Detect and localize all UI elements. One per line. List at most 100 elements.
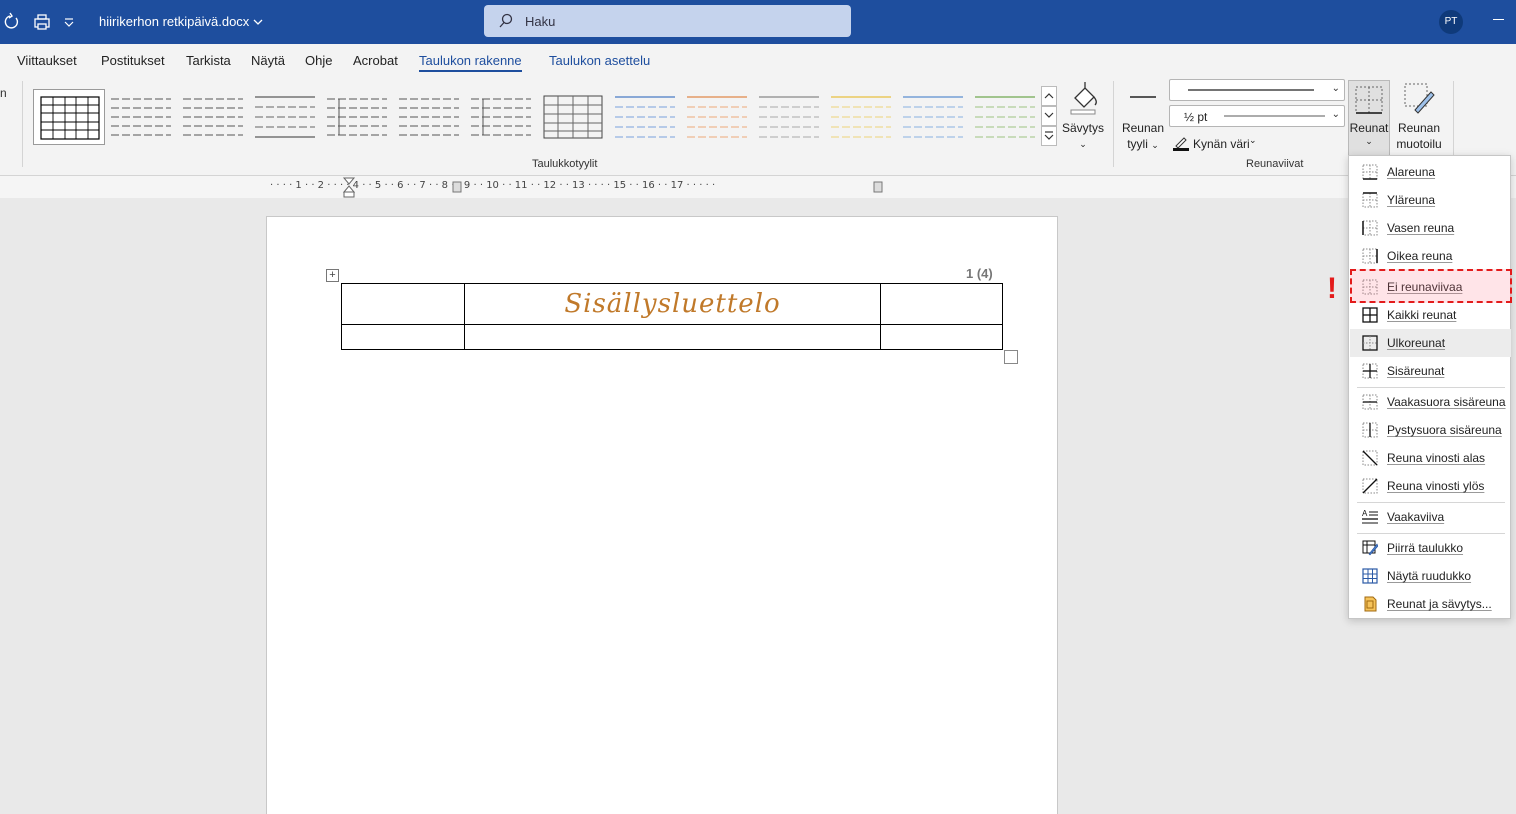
minimize-button[interactable] bbox=[1493, 19, 1504, 20]
avatar[interactable]: PT bbox=[1439, 10, 1463, 34]
table-style-grid[interactable] bbox=[33, 89, 105, 145]
menu-item-inside-horizontal[interactable]: Vaakasuora sisäreuna bbox=[1350, 388, 1511, 416]
tab-acrobat[interactable]: Acrobat bbox=[353, 53, 398, 68]
menu-item-label: Sisäreunat bbox=[1387, 364, 1445, 378]
paint-bucket-icon bbox=[1070, 82, 1097, 115]
page-number: 1 (4) bbox=[966, 266, 993, 281]
table-heading[interactable]: Sisällysluettelo bbox=[464, 283, 881, 325]
indent-marker-icon[interactable] bbox=[342, 176, 356, 198]
menu-item-right-border[interactable]: Oikea reuna bbox=[1350, 242, 1511, 270]
autosave-icon[interactable] bbox=[2, 12, 22, 32]
table-cell[interactable] bbox=[341, 324, 465, 350]
horizontal-ruler[interactable]: · · · · 1 · · 2 · · · · 4 · · 5 · · 6 · … bbox=[0, 176, 1516, 198]
ribbon-tabs: Viittaukset Postitukset Tarkista Näytä O… bbox=[0, 44, 1516, 76]
table-style-gold[interactable] bbox=[825, 89, 897, 145]
table-style-blue[interactable] bbox=[609, 89, 681, 145]
menu-item-label: Vaakasuora sisäreuna bbox=[1387, 395, 1506, 409]
menu-item-draw-table[interactable]: Piirrä taulukko bbox=[1350, 534, 1511, 562]
tab-viittaukset[interactable]: Viittaukset bbox=[17, 53, 77, 68]
search-box[interactable]: Haku bbox=[484, 5, 851, 37]
menu-item-label: Oikea reuna bbox=[1387, 249, 1453, 263]
table-style-3[interactable] bbox=[177, 89, 249, 145]
table-style-5[interactable] bbox=[321, 89, 393, 145]
all-borders-icon bbox=[1362, 307, 1378, 323]
highlight-box bbox=[1350, 269, 1512, 303]
gallery-scroll-icon[interactable] bbox=[1041, 86, 1057, 146]
svg-text:A: A bbox=[1362, 509, 1368, 518]
tab-taulukon-asettelu[interactable]: Taulukon asettelu bbox=[549, 53, 650, 68]
table-move-handle-icon[interactable]: + bbox=[326, 269, 339, 282]
table-cell[interactable] bbox=[880, 283, 1003, 325]
document-page[interactable]: 1 (4) + Sisällysluettelo bbox=[266, 216, 1058, 814]
borders-and-shading-icon bbox=[1364, 596, 1377, 612]
borders-icon bbox=[1355, 86, 1383, 114]
customize-toolbar-icon[interactable] bbox=[62, 12, 82, 32]
menu-item-top-border[interactable]: Yläreuna bbox=[1350, 186, 1511, 214]
ribbon-cutoff-text: n bbox=[0, 86, 7, 100]
table-style-gray[interactable] bbox=[753, 89, 825, 145]
line-style-icon bbox=[1130, 96, 1156, 98]
table-style-2[interactable] bbox=[105, 89, 177, 145]
menu-item-borders-and-shading[interactable]: Reunat ja sävytys... bbox=[1350, 590, 1511, 618]
menu-item-view-gridlines[interactable]: Näytä ruudukko bbox=[1350, 562, 1511, 590]
menu-item-outside-borders[interactable]: Ulkoreunat bbox=[1350, 329, 1511, 357]
table-style-4[interactable] bbox=[249, 89, 321, 145]
menu-item-all-borders[interactable]: Kaikki reunat bbox=[1350, 301, 1511, 329]
menu-item-bottom-border[interactable]: Alareuna bbox=[1350, 158, 1511, 186]
menu-item-horizontal-line[interactable]: A Vaakaviiva bbox=[1350, 503, 1511, 531]
tab-tarkista[interactable]: Tarkista bbox=[186, 53, 231, 68]
table-style-6[interactable] bbox=[393, 89, 465, 145]
menu-item-label: Kaikki reunat bbox=[1387, 308, 1457, 322]
right-border-icon bbox=[1362, 248, 1378, 264]
tab-nayta[interactable]: Näytä bbox=[251, 53, 285, 68]
table-style-green[interactable] bbox=[969, 89, 1041, 145]
shading-label: Sävytys bbox=[1061, 121, 1104, 135]
menu-item-label: Reuna vinosti alas bbox=[1387, 451, 1486, 465]
table-row bbox=[341, 324, 1003, 350]
table-resize-handle[interactable] bbox=[1004, 350, 1018, 364]
diagonal-up-border-icon bbox=[1362, 478, 1378, 494]
table-style-lightblue[interactable] bbox=[897, 89, 969, 145]
borders-label: Reunat bbox=[1349, 121, 1389, 135]
tab-ohje[interactable]: Ohje bbox=[305, 53, 332, 68]
print-preview-icon[interactable] bbox=[32, 12, 52, 32]
pen-color-icon bbox=[1173, 137, 1189, 151]
line-weight-combo[interactable]: ½ pt ⌄ bbox=[1169, 105, 1345, 127]
left-border-icon bbox=[1362, 220, 1378, 236]
menu-item-label: Pystysuora sisäreuna bbox=[1387, 423, 1502, 437]
table-style-7[interactable] bbox=[465, 89, 537, 145]
menu-item-diagonal-down[interactable]: Reuna vinosti alas bbox=[1350, 444, 1511, 472]
menu-item-inside-vertical[interactable]: Pystysuora sisäreuna bbox=[1350, 416, 1511, 444]
border-painter-button[interactable]: Reunan muotoilu bbox=[1394, 80, 1444, 152]
column-marker-icon[interactable] bbox=[873, 181, 883, 193]
table-cell[interactable] bbox=[464, 324, 881, 350]
menu-item-left-border[interactable]: Vasen reuna bbox=[1350, 214, 1511, 242]
border-style-label-2: tyyli ⌄ bbox=[1127, 137, 1159, 151]
menu-item-label: Yläreuna bbox=[1387, 193, 1436, 207]
border-painter-label-2: muotoilu bbox=[1396, 137, 1442, 151]
tab-taulukon-rakenne[interactable]: Taulukon rakenne bbox=[419, 53, 522, 72]
line-weight-value: ½ pt bbox=[1184, 110, 1208, 124]
table-style-orange[interactable] bbox=[681, 89, 753, 145]
ruler-marks: · · · · 1 · · 2 · · · · 4 · · 5 · · 6 · … bbox=[270, 180, 716, 191]
inside-borders-icon bbox=[1362, 363, 1378, 379]
table-style-8[interactable] bbox=[537, 89, 609, 145]
table-cell[interactable] bbox=[880, 324, 1003, 350]
line-style-combo[interactable]: ⌄ bbox=[1169, 79, 1345, 101]
document-title[interactable]: hiirikerhon retkipäivä.docx bbox=[99, 14, 263, 29]
borders-button[interactable]: Reunat ⌄ bbox=[1348, 80, 1390, 156]
thin-line-icon bbox=[1224, 115, 1325, 117]
menu-item-diagonal-up[interactable]: Reuna vinosti ylös bbox=[1350, 472, 1511, 500]
inside-horizontal-border-icon bbox=[1362, 394, 1378, 410]
border-style-label: Reunan bbox=[1121, 121, 1165, 135]
menu-item-inside-borders[interactable]: Sisäreunat bbox=[1350, 357, 1511, 385]
pen-color-button[interactable]: Kynän väri ⌄ bbox=[1173, 135, 1263, 153]
inside-vertical-border-icon bbox=[1362, 422, 1378, 438]
document-table[interactable]: Sisällysluettelo bbox=[341, 283, 1003, 350]
border-style-button[interactable]: Reunan tyyli ⌄ bbox=[1120, 80, 1166, 153]
column-marker-icon[interactable] bbox=[452, 181, 462, 193]
shading-button[interactable]: Sävytys ⌄ bbox=[1060, 80, 1106, 152]
tab-postitukset[interactable]: Postitukset bbox=[101, 53, 165, 68]
table-cell[interactable] bbox=[341, 283, 465, 325]
draw-table-icon bbox=[1362, 540, 1378, 556]
